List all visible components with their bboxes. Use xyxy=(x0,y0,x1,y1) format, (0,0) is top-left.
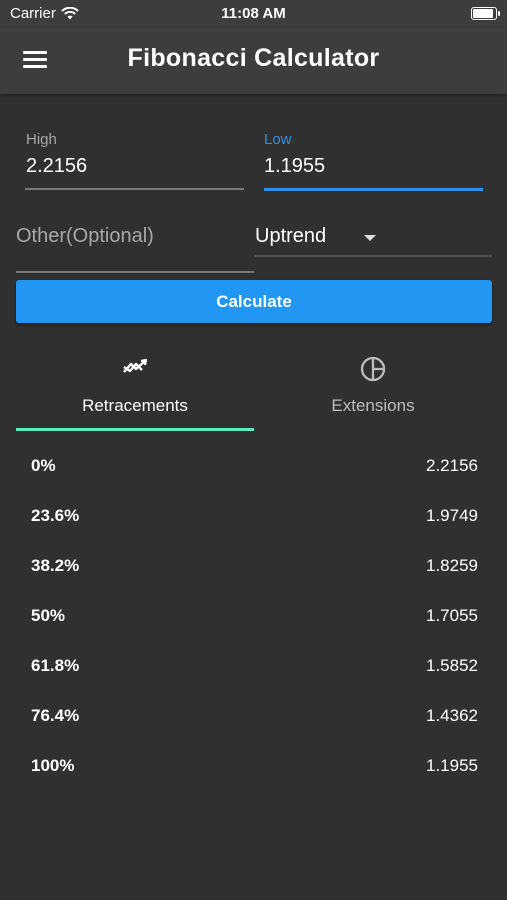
level-value: 1.7055 xyxy=(426,606,478,625)
low-label: Low xyxy=(264,131,292,148)
level-label: 50% xyxy=(31,606,66,625)
level-value: 1.8259 xyxy=(426,556,478,575)
level-value: 1.4362 xyxy=(426,706,478,725)
trend-underline xyxy=(255,255,492,257)
trend-dropdown[interactable]: Uptrend xyxy=(255,225,492,257)
other-underline xyxy=(16,271,254,273)
list-item: 23.6% 1.9749 xyxy=(0,490,507,540)
level-label: 100% xyxy=(31,756,75,775)
tab-indicator xyxy=(16,428,254,431)
trend-lines-icon xyxy=(16,356,254,378)
level-label: 0% xyxy=(31,456,56,475)
other-input[interactable] xyxy=(16,225,254,248)
level-label: 38.2% xyxy=(31,556,80,575)
high-label: High xyxy=(26,131,57,148)
list-item: 38.2% 1.8259 xyxy=(0,540,507,590)
level-label: 23.6% xyxy=(31,506,80,525)
list-item: 76.4% 1.4362 xyxy=(0,690,507,740)
trend-selected: Uptrend xyxy=(255,225,327,247)
level-value: 1.9749 xyxy=(426,506,478,525)
calculate-button[interactable]: Calculate xyxy=(16,280,492,323)
high-input[interactable] xyxy=(26,155,244,178)
high-field[interactable]: High xyxy=(25,131,244,191)
battery-icon xyxy=(471,7,500,20)
status-bar: Carrier 11:08 AM xyxy=(0,0,507,28)
low-field[interactable]: Low xyxy=(264,131,483,191)
list-item: 61.8% 1.5852 xyxy=(0,640,507,690)
chevron-down-icon xyxy=(364,235,376,241)
tab-retracements-label: Retracements xyxy=(82,396,188,415)
list-item: 50% 1.7055 xyxy=(0,590,507,640)
tab-extensions-label: Extensions xyxy=(331,396,415,415)
tab-extensions[interactable]: Extensions xyxy=(254,348,492,431)
high-underline xyxy=(25,188,244,190)
battery-level xyxy=(473,9,493,18)
list-item: 100% 1.1955 xyxy=(0,740,507,790)
page-title: Fibonacci Calculator xyxy=(127,44,380,72)
pie-circle-icon xyxy=(254,356,492,382)
level-value: 2.2156 xyxy=(426,456,478,475)
level-label: 61.8% xyxy=(31,656,80,675)
app-bar: Fibonacci Calculator xyxy=(0,28,507,94)
other-field[interactable] xyxy=(16,225,254,273)
low-underline xyxy=(264,188,483,191)
level-value: 1.5852 xyxy=(426,656,478,675)
list-item: 0% 2.2156 xyxy=(0,440,507,490)
status-time: 11:08 AM xyxy=(221,5,286,22)
level-value: 1.1955 xyxy=(426,756,478,775)
level-label: 76.4% xyxy=(31,706,80,725)
tab-retracements[interactable]: Retracements xyxy=(16,348,254,431)
low-input[interactable] xyxy=(264,155,483,178)
